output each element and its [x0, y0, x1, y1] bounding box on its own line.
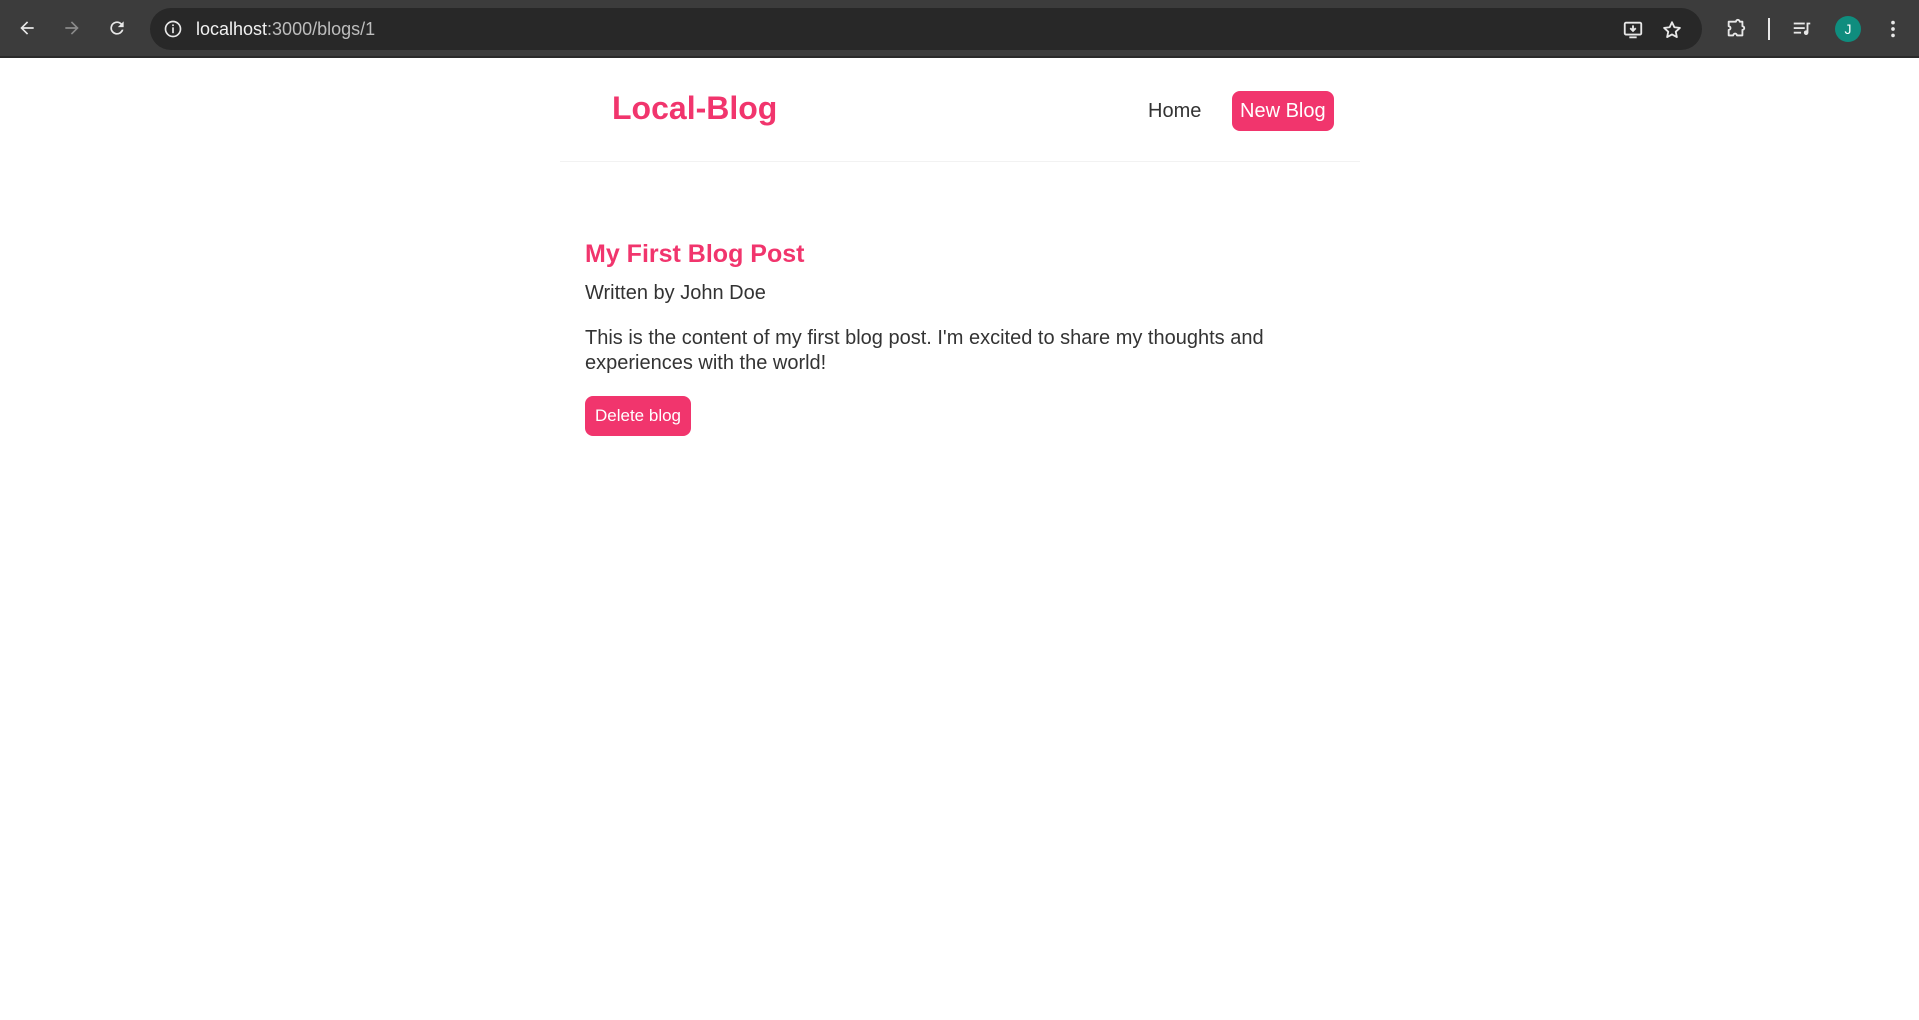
toolbar-divider [1768, 18, 1770, 40]
url-path: :3000/blogs/1 [267, 19, 376, 39]
blog-details: My First Blog Post Written by John Doe T… [585, 238, 1345, 436]
reload-button[interactable] [102, 13, 132, 43]
nav-link-new-blog[interactable]: New Blog [1232, 91, 1334, 131]
url-host: localhost [196, 19, 268, 39]
bookmark-button[interactable] [1660, 18, 1684, 42]
profile-avatar[interactable]: J [1835, 16, 1861, 42]
nav-link-home[interactable]: Home [1148, 100, 1201, 123]
puzzle-icon [1727, 18, 1746, 37]
site-info-button[interactable] [162, 18, 184, 40]
arrow-right-icon [65, 21, 79, 35]
back-button[interactable] [12, 13, 42, 43]
site-navbar: Local-Blog Home New Blog [560, 58, 1360, 162]
browser-menu-button[interactable] [1880, 16, 1906, 42]
arrow-left-icon [20, 21, 34, 35]
blog-body: This is the content of my first blog pos… [585, 327, 1264, 374]
url-text[interactable]: localhost:3000/blogs/1 [196, 19, 375, 40]
browser-toolbar: localhost:3000/blogs/1 J [0, 0, 1919, 58]
kebab-menu-icon [1891, 20, 1895, 38]
address-bar[interactable]: localhost:3000/blogs/1 [150, 8, 1702, 50]
info-icon [164, 20, 182, 38]
page-content: Local-Blog Home New Blog My First Blog P… [0, 58, 1919, 1020]
delete-blog-button[interactable]: Delete blog [585, 396, 692, 436]
forward-button[interactable] [57, 13, 87, 43]
extensions-button[interactable] [1723, 16, 1749, 42]
avatar-initial: J [1844, 21, 1852, 37]
blog-title: My First Blog Post [585, 240, 805, 268]
media-controls-button[interactable] [1789, 16, 1815, 42]
media-queue-icon [1793, 22, 1811, 35]
reload-icon [110, 21, 124, 35]
install-app-icon [1623, 21, 1643, 39]
install-app-button[interactable] [1621, 18, 1645, 42]
star-icon [1663, 21, 1681, 38]
blog-author: Written by John Doe [585, 282, 766, 304]
site-brand: Local-Blog [612, 90, 778, 126]
